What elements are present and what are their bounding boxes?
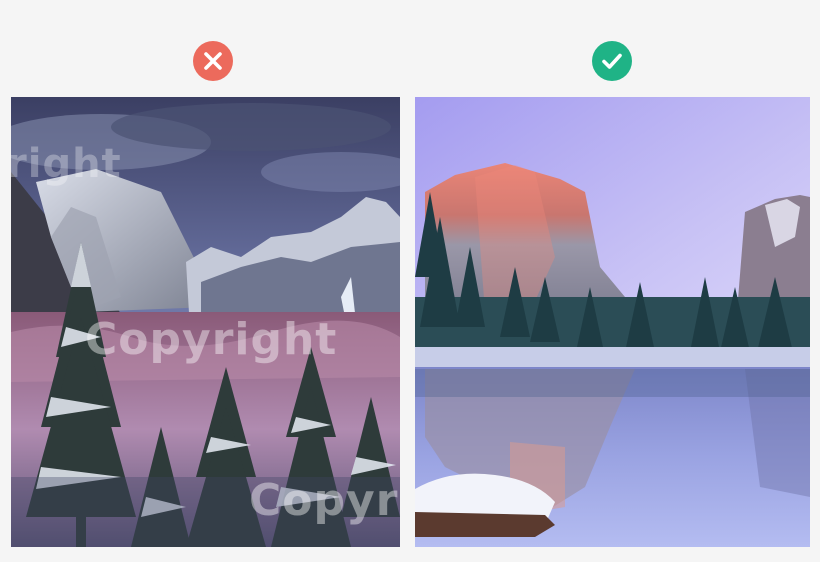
watermark-text: Copyright bbox=[85, 314, 338, 365]
cross-icon bbox=[193, 41, 233, 81]
clean-photo bbox=[415, 97, 810, 547]
check-glyph bbox=[602, 53, 622, 69]
cross-glyph bbox=[204, 52, 222, 70]
watermark-text: right bbox=[11, 141, 122, 187]
check-icon bbox=[592, 41, 632, 81]
watermark-text: Copyr bbox=[249, 475, 399, 526]
watermarked-photo: right Copyright Copyr bbox=[11, 97, 400, 547]
